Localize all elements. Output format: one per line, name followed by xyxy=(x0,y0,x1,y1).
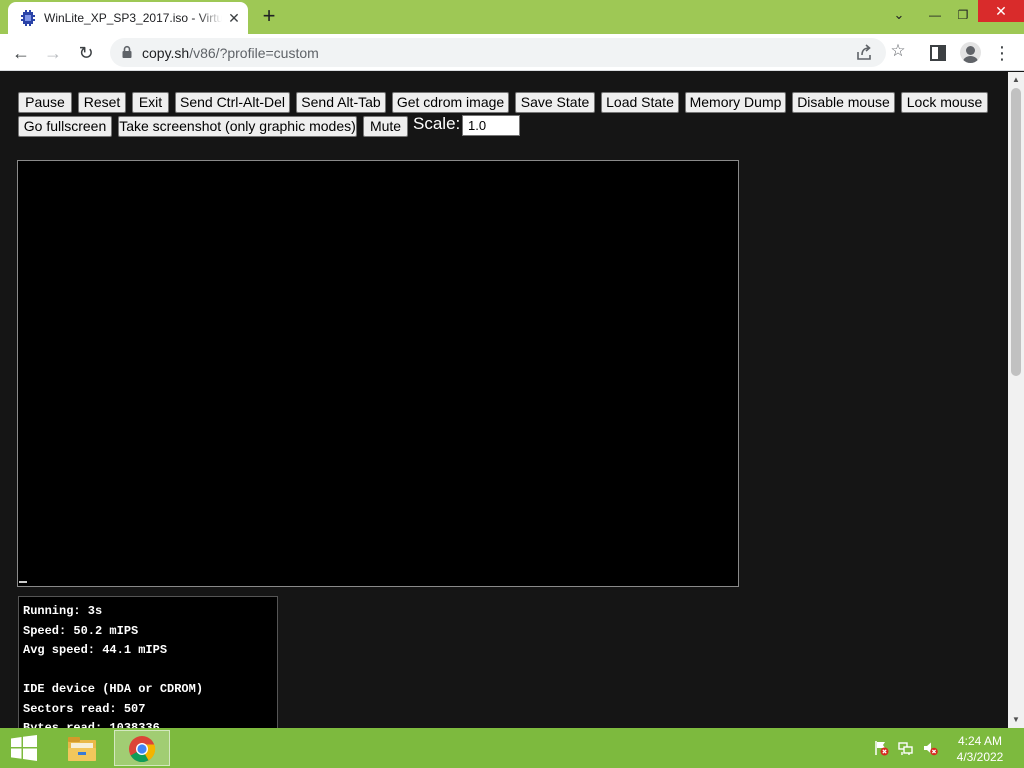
stats-sectors-read: Sectors read: 507 xyxy=(23,701,146,716)
taskbar-clock[interactable]: 4:24 AM 4/3/2022 xyxy=(944,733,1016,765)
restore-window-icon[interactable]: ❐ xyxy=(946,0,980,30)
send-ctrl-alt-del-button[interactable]: Send Ctrl-Alt-Del xyxy=(175,92,290,113)
close-window-icon[interactable]: ✕ xyxy=(978,0,1024,22)
go-fullscreen-button[interactable]: Go fullscreen xyxy=(18,116,112,137)
scroll-down-arrow-icon[interactable]: ▼ xyxy=(1008,712,1024,728)
emulator-stats-panel: Running: 3s Speed: 50.2 mIPS Avg speed: … xyxy=(18,596,278,728)
exit-button[interactable]: Exit xyxy=(132,92,169,113)
disable-mouse-button[interactable]: Disable mouse xyxy=(792,92,895,113)
url-host: copy.sh xyxy=(142,45,190,61)
v86-favicon-icon xyxy=(21,10,35,26)
scale-label: Scale: xyxy=(413,114,461,133)
new-tab-button[interactable]: + xyxy=(258,5,280,28)
reset-button[interactable]: Reset xyxy=(78,92,126,113)
pause-button[interactable]: Pause xyxy=(18,92,72,113)
stats-running: Running: 3s xyxy=(23,604,103,618)
address-bar[interactable]: copy.sh/v86/?profile=custom ☆ xyxy=(110,38,906,67)
profile-avatar-icon[interactable] xyxy=(960,42,981,63)
network-icon[interactable] xyxy=(898,740,914,756)
google-chrome-icon xyxy=(129,736,156,763)
load-state-button[interactable]: Load State xyxy=(601,92,679,113)
scroll-up-arrow-icon[interactable]: ▲ xyxy=(1008,72,1024,88)
bookmark-star-icon[interactable]: ☆ xyxy=(888,41,908,61)
browser-tab-active[interactable]: WinLite_XP_SP3_2017.iso - Virtual x86 ✕ xyxy=(8,2,248,34)
chrome-menu-icon[interactable]: ⋮ xyxy=(991,42,1013,64)
stats-blank-line xyxy=(23,661,273,681)
url-path: /v86/?profile=custom xyxy=(189,45,319,61)
stats-avg-speed: Avg speed: 44.1 mIPS xyxy=(23,643,168,657)
clock-time: 4:24 AM xyxy=(957,734,1003,748)
v86-page: Pause Reset Exit Send Ctrl-Alt-Del Send … xyxy=(0,72,1008,728)
lock-mouse-button[interactable]: Lock mouse xyxy=(901,92,988,113)
emulator-screen[interactable] xyxy=(17,160,739,587)
browser-toolbar: ← → ↻ copy.sh/v86/?profile=custom ☆ ⋮ xyxy=(0,34,1024,71)
scale-input[interactable] xyxy=(462,115,520,136)
taskbar-file-explorer[interactable] xyxy=(55,730,111,766)
side-panel-icon[interactable] xyxy=(927,42,949,64)
tab-close-icon[interactable]: ✕ xyxy=(226,10,242,26)
lock-icon[interactable] xyxy=(120,45,134,59)
mute-button[interactable]: Mute xyxy=(363,116,408,137)
forward-icon[interactable]: → xyxy=(40,40,66,66)
stats-bytes-read: Bytes read: 1038336 xyxy=(23,721,160,728)
memory-dump-button[interactable]: Memory Dump xyxy=(685,92,786,113)
volume-muted-icon[interactable] xyxy=(922,740,938,756)
share-icon[interactable] xyxy=(854,43,874,63)
action-center-flag-icon[interactable] xyxy=(873,740,889,756)
back-icon[interactable]: ← xyxy=(8,40,34,66)
send-alt-tab-button[interactable]: Send Alt-Tab xyxy=(296,92,386,113)
taskbar-google-chrome[interactable] xyxy=(114,730,170,766)
file-explorer-folder-icon xyxy=(68,737,96,761)
tab-title: WinLite_XP_SP3_2017.iso - Virtual x86 xyxy=(44,11,222,25)
save-state-button[interactable]: Save State xyxy=(515,92,595,113)
page-scrollbar[interactable]: ▲ ▼ xyxy=(1008,72,1024,728)
url-text[interactable]: copy.sh/v86/?profile=custom xyxy=(142,45,319,61)
tab-search-chevron-down-icon[interactable]: ⌄ xyxy=(882,0,916,30)
scrollbar-thumb[interactable] xyxy=(1011,88,1021,376)
take-screenshot-button[interactable]: Take screenshot (only graphic modes) xyxy=(118,116,357,137)
reload-icon[interactable]: ↻ xyxy=(73,40,99,66)
windows-start-icon[interactable] xyxy=(10,735,38,761)
stats-speed: Speed: 50.2 mIPS xyxy=(23,623,139,638)
browser-tab-strip: WinLite_XP_SP3_2017.iso - Virtual x86 ✕ … xyxy=(0,0,1024,34)
text-cursor xyxy=(19,581,27,583)
windows-taskbar: 4:24 AM 4/3/2022 xyxy=(0,728,1024,768)
stats-ide-heading: IDE device (HDA or CDROM) xyxy=(23,682,204,696)
clock-date: 4/3/2022 xyxy=(956,750,1004,764)
get-cdrom-image-button[interactable]: Get cdrom image xyxy=(392,92,509,113)
